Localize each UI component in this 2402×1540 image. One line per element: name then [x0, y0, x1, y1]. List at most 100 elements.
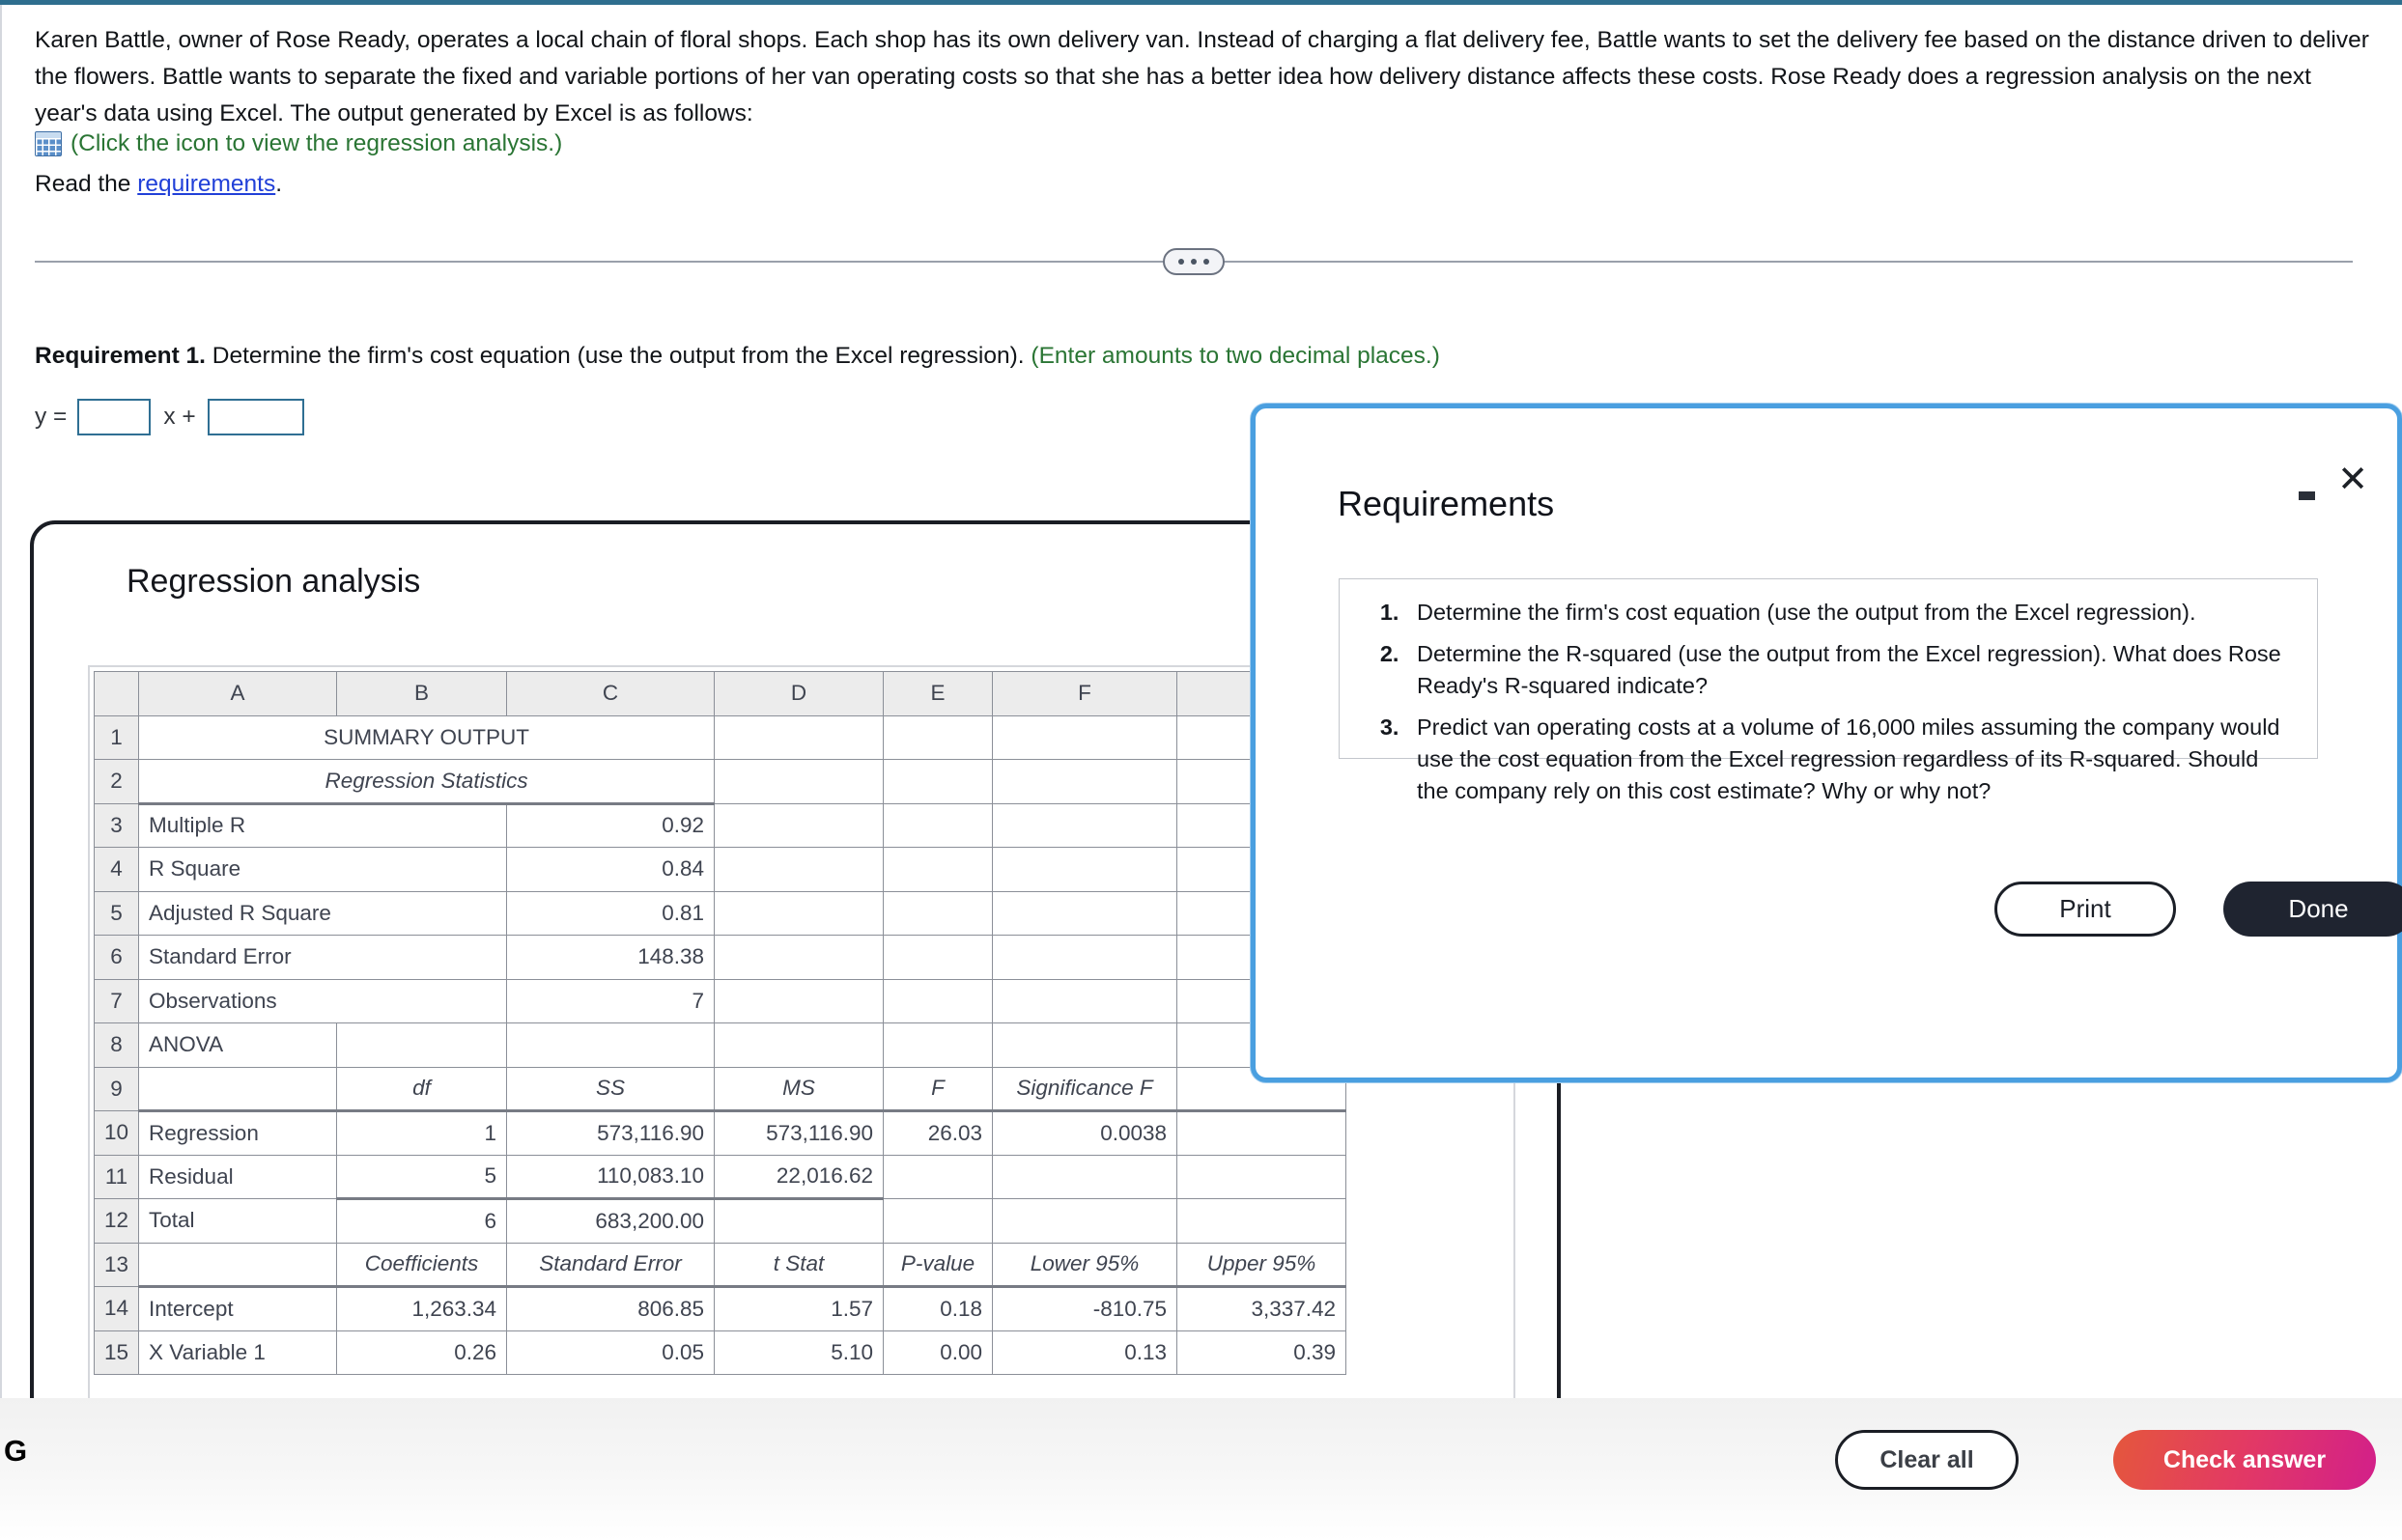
cell-g	[1176, 1154, 1347, 1199]
cell-c: 148.38	[506, 935, 716, 980]
row-number: 4	[93, 847, 140, 892]
equation-intercept-input[interactable]	[207, 399, 304, 435]
cell-e	[883, 759, 994, 804]
spreadsheet-icon-row[interactable]: (Click the icon to view the regression a…	[35, 130, 562, 157]
clear-all-button[interactable]: Clear all	[1835, 1430, 2019, 1490]
cell-b: 0.26	[336, 1330, 508, 1375]
section-divider	[35, 248, 2353, 275]
table-row: 4 R Square 0.84	[93, 847, 1347, 892]
cell-e: P-value	[883, 1242, 994, 1288]
cell-f	[992, 802, 1178, 848]
row-number: 1	[93, 714, 140, 760]
row-number: 7	[93, 978, 140, 1023]
cell-g: Upper 95%	[1176, 1242, 1347, 1288]
cell-b: 6	[336, 1198, 508, 1244]
col-header-d: D	[714, 671, 885, 716]
cell-anova: ANOVA	[138, 1022, 338, 1068]
cell-c: 7	[506, 978, 716, 1023]
cell-c: 0.05	[506, 1330, 716, 1375]
table-row: 6 Standard Error 148.38	[93, 935, 1347, 980]
bottom-toolbar	[0, 1398, 2402, 1540]
requirement-1-text: Determine the firm's cost equation (use …	[206, 343, 1031, 369]
cell-a: Total	[138, 1198, 338, 1244]
problem-statement: Karen Battle, owner of Rose Ready, opera…	[35, 27, 2369, 126]
spreadsheet-icon[interactable]	[35, 131, 62, 156]
row-number: 14	[93, 1286, 140, 1331]
regression-output-table: A B C D E F G 1 SUMMARY OUT	[93, 671, 1347, 1375]
equation-operator: x +	[163, 404, 196, 430]
table-row: 3 Multiple R 0.92	[93, 802, 1347, 848]
cell-f	[992, 714, 1178, 760]
row-number: 8	[93, 1022, 140, 1068]
col-header-e: E	[883, 671, 994, 716]
cell-a	[138, 1242, 338, 1288]
print-button[interactable]: Print	[1994, 882, 2176, 937]
cell-d: t Stat	[714, 1242, 885, 1288]
cell-c: 0.84	[506, 847, 716, 892]
col-header-b: B	[336, 671, 508, 716]
collapse-toggle-button[interactable]	[1163, 248, 1225, 275]
read-suffix: .	[275, 171, 283, 197]
row-number: 12	[93, 1198, 140, 1244]
cell-e	[883, 935, 994, 980]
cell-a: Residual	[138, 1154, 338, 1199]
done-button[interactable]: Done	[2223, 882, 2402, 937]
cell-b	[336, 1022, 508, 1068]
row-number: 15	[93, 1330, 140, 1375]
table-row: 15 X Variable 1 0.26 0.05 5.10 0.00 0.13…	[93, 1330, 1347, 1375]
table-row: 5 Adjusted R Square 0.81	[93, 890, 1347, 936]
cell-g: 3,337.42	[1176, 1286, 1347, 1331]
cell-a: Multiple R	[138, 802, 508, 848]
row-number: 10	[93, 1110, 140, 1156]
cell-f	[992, 890, 1178, 936]
row-number: 3	[93, 802, 140, 848]
table-row: 11 Residual 5 110,083.10 22,016.62	[93, 1154, 1347, 1200]
cell-f	[992, 1154, 1178, 1199]
table-row: 2 Regression Statistics	[93, 759, 1347, 805]
minimize-icon[interactable]	[2292, 474, 2321, 503]
cell-d: 5.10	[714, 1330, 885, 1375]
requirement-1-hint: (Enter amounts to two decimal places.)	[1031, 343, 1440, 369]
close-icon[interactable]: ✕	[2333, 459, 2372, 501]
dot-3	[1203, 259, 1209, 265]
requirements-modal-title: Requirements	[1338, 484, 1555, 523]
cell-c	[506, 1022, 716, 1068]
cell-c: 683,200.00	[506, 1198, 716, 1244]
cell-f	[992, 1198, 1178, 1244]
cell-d	[714, 714, 885, 760]
cell-d: 573,116.90	[714, 1110, 885, 1156]
equation-slope-input[interactable]	[77, 399, 152, 435]
cell-a: Observations	[138, 978, 508, 1023]
spreadsheet-icon-note: (Click the icon to view the regression a…	[71, 130, 563, 156]
cell-f: Lower 95%	[992, 1242, 1178, 1288]
cell-c: 573,116.90	[506, 1110, 716, 1156]
table-row: 7 Observations 7	[93, 978, 1347, 1023]
read-prefix: Read the	[35, 171, 138, 197]
cell-c: 110,083.10	[506, 1154, 716, 1200]
cell-c: SS	[506, 1066, 716, 1112]
cell-e: 0.18	[883, 1286, 994, 1331]
table-row: 10 Regression 1 573,116.90 573,116.90 26…	[93, 1110, 1347, 1156]
cell-e	[883, 1022, 994, 1068]
equation-y-label: y =	[35, 404, 68, 430]
cell-d	[714, 759, 885, 804]
cell-b: 5	[336, 1154, 508, 1200]
table-row: 1 SUMMARY OUTPUT	[93, 714, 1347, 760]
row-number: 9	[93, 1066, 140, 1111]
cell-c: 0.81	[506, 890, 716, 936]
cell-b: 1	[336, 1110, 508, 1156]
row-number: 6	[93, 935, 140, 980]
cell-a: Standard Error	[138, 935, 508, 980]
cell-d: MS	[714, 1066, 885, 1112]
cost-equation-row: y = x +	[35, 399, 304, 435]
table-row: 9 df SS MS F Significance F	[93, 1066, 1347, 1112]
requirement-1-label: Requirement 1.	[35, 343, 206, 369]
cell-d	[714, 890, 885, 936]
cell-e	[883, 847, 994, 892]
cell-a	[138, 1066, 338, 1112]
cell-e	[883, 1154, 994, 1199]
table-row: 8 ANOVA	[93, 1022, 1347, 1068]
check-answer-button[interactable]: Check answer	[2113, 1430, 2376, 1490]
requirements-link[interactable]: requirements	[137, 171, 275, 197]
cell-e	[883, 714, 994, 760]
